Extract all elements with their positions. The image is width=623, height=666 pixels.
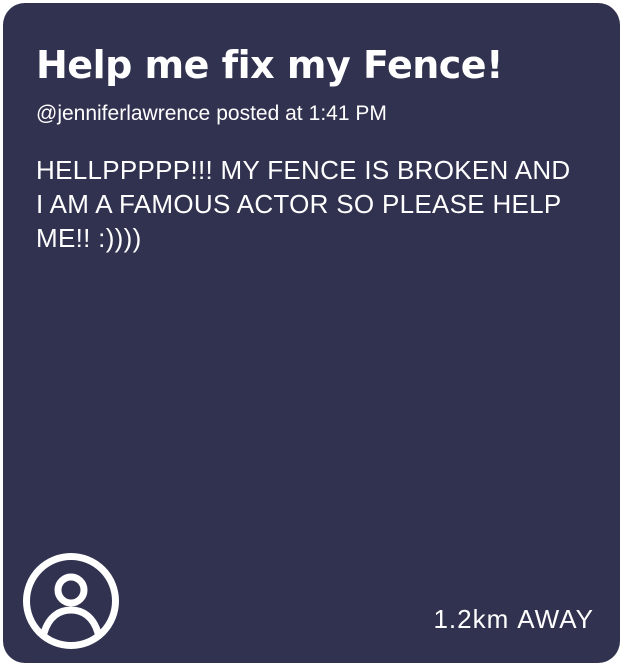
user-circle-icon bbox=[23, 553, 119, 649]
author-handle[interactable]: @jenniferlawrence bbox=[36, 102, 210, 125]
distance-suffix: AWAY bbox=[517, 604, 594, 634]
posted-label: posted at bbox=[216, 102, 303, 125]
post-meta: @jenniferlawrence posted at 1:41 PM bbox=[36, 101, 387, 127]
avatar[interactable] bbox=[22, 552, 120, 650]
post-body: HELLPPPPP!!! MY FENCE IS BROKEN AND I AM… bbox=[36, 155, 571, 253]
distance-label: 1.2km AWAY bbox=[433, 603, 594, 635]
post-time: 1:41 PM bbox=[308, 102, 387, 125]
post-title: Help me fix my Fence! bbox=[36, 43, 503, 87]
distance-value: 1.2km bbox=[433, 604, 510, 634]
post-card[interactable]: Help me fix my Fence! @jenniferlawrence p… bbox=[3, 3, 620, 663]
